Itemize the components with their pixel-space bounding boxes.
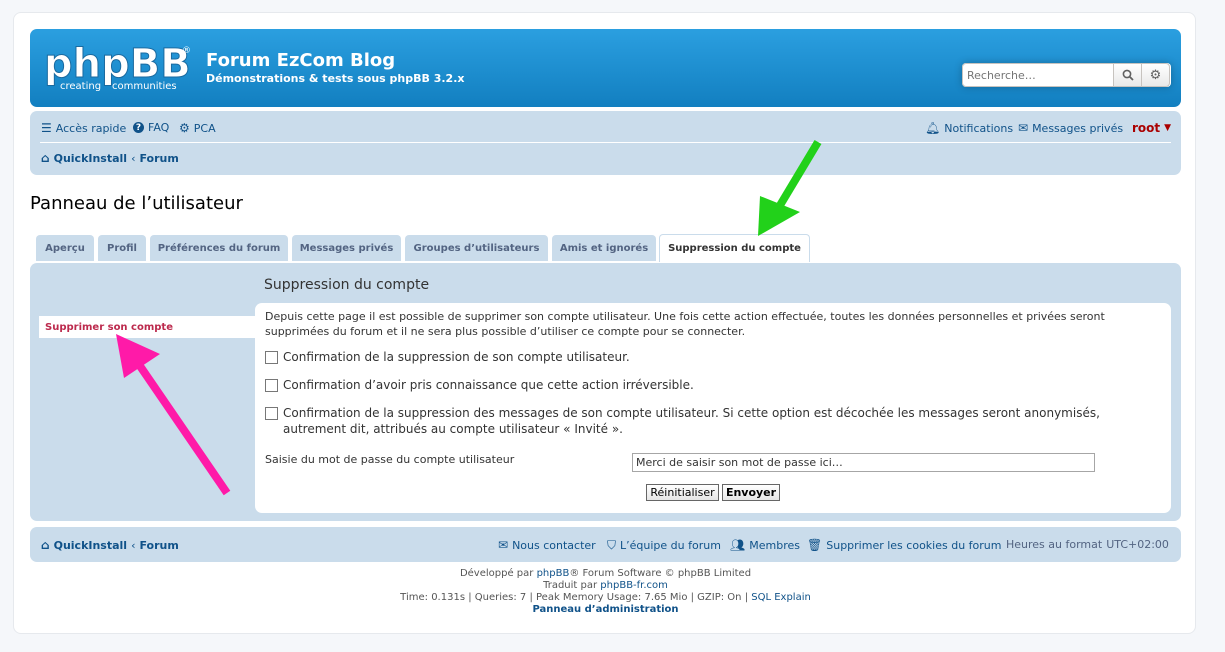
- pink-arrow: [116, 334, 231, 496]
- green-arrow: [758, 139, 822, 236]
- annotation-arrows: [116, 139, 822, 496]
